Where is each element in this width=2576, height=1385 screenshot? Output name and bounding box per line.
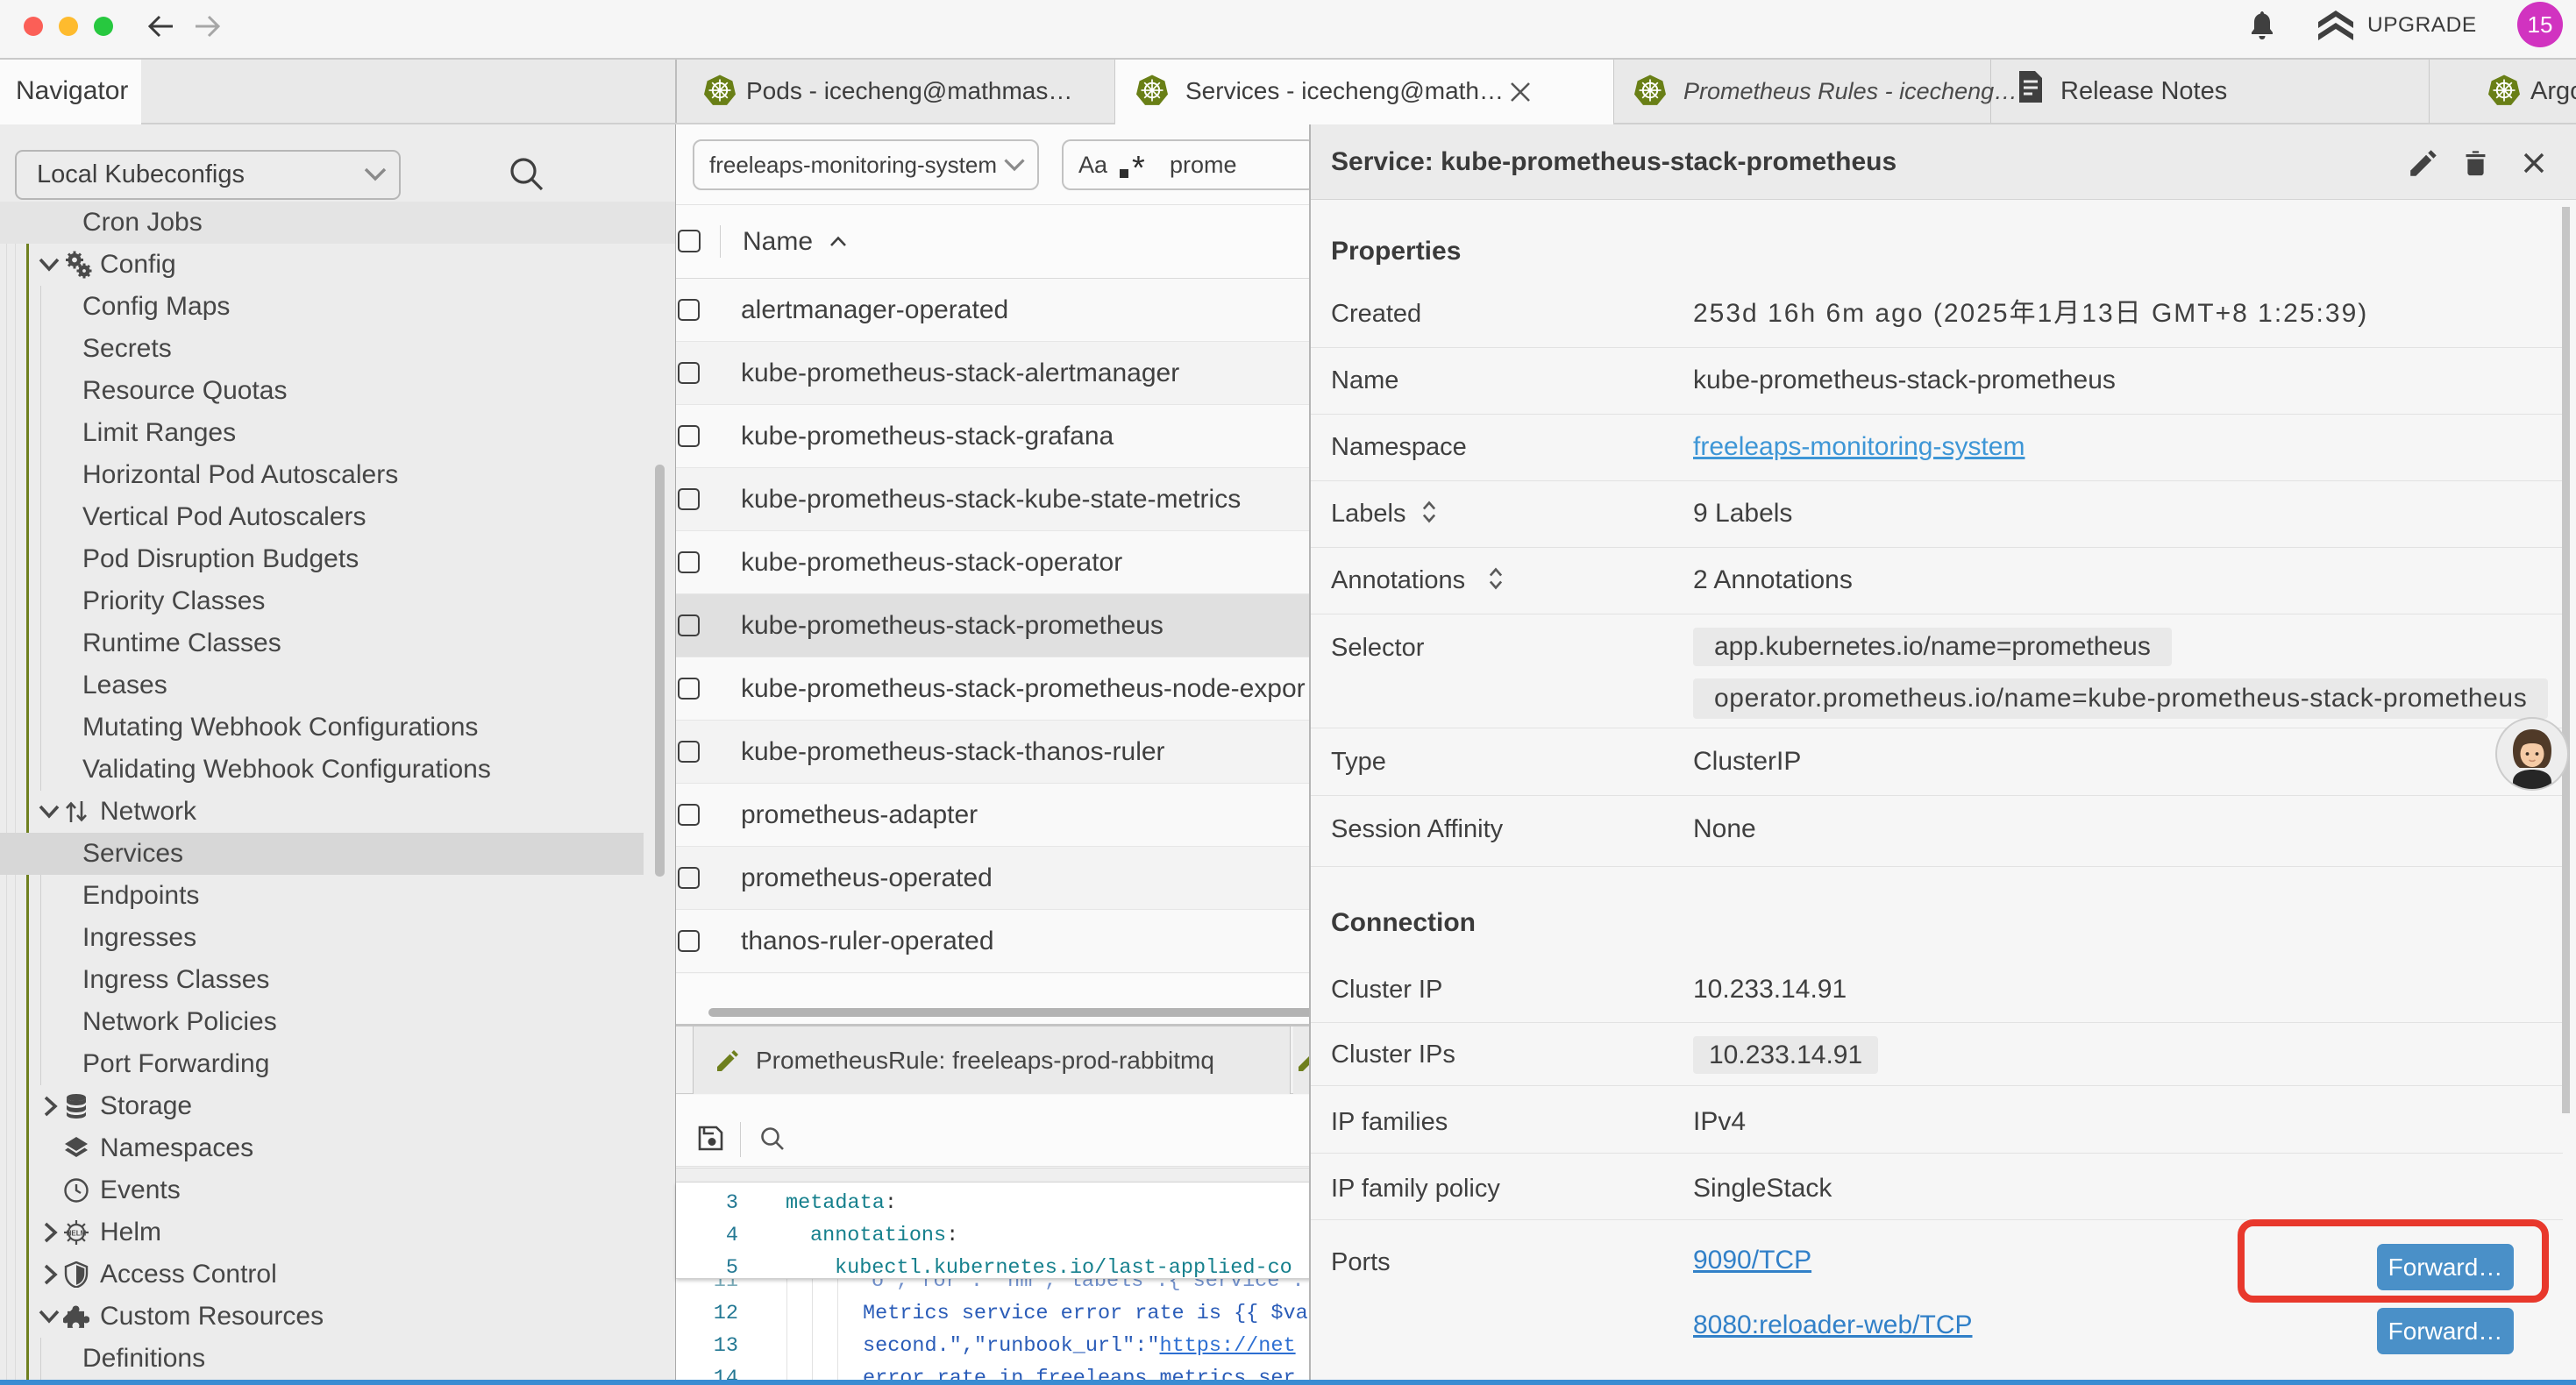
svg-text:HELM: HELM xyxy=(67,1230,87,1238)
